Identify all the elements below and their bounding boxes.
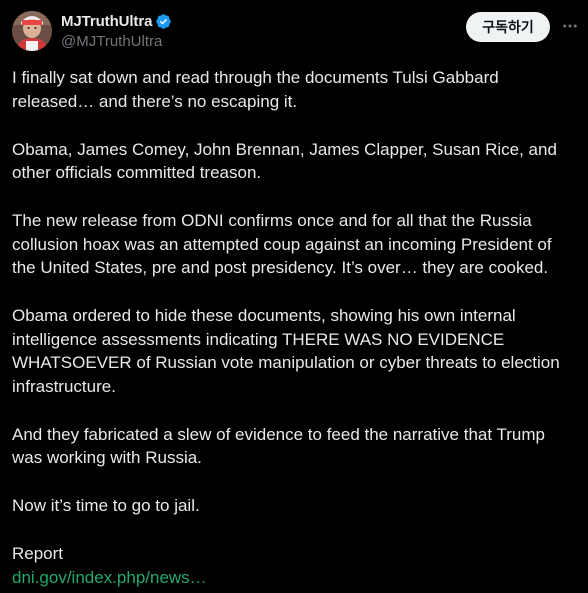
verified-badge-icon [155, 13, 172, 30]
tweet-paragraph: Obama, James Comey, John Brennan, James … [12, 139, 557, 183]
avatar[interactable] [12, 11, 52, 51]
subscribe-button[interactable]: 구독하기 [466, 12, 550, 42]
external-link[interactable]: dni.gov/index.php/news… [12, 568, 207, 587]
report-label: Report [12, 544, 64, 563]
tweet-paragraph: Obama ordered to hide these documents, s… [12, 306, 560, 396]
tweet-text: I finally sat down and read through the … [12, 66, 577, 589]
author-handle[interactable]: @MJTruthUltra [61, 33, 172, 50]
display-name[interactable]: MJTruthUltra [61, 13, 152, 30]
tweet-paragraph: And they fabricated a slew of evidence t… [12, 424, 545, 468]
author-block[interactable]: MJTruthUltra @MJTruthUltra [61, 12, 172, 50]
tweet-header: MJTruthUltra @MJTruthUltra 구독하기 [0, 0, 588, 60]
tweet-paragraph: I finally sat down and read through the … [12, 68, 499, 111]
tweet-paragraph: Now it’s time to go to jail. [12, 496, 200, 515]
tweet-paragraph: The new release from ODNI confirms once … [12, 211, 552, 277]
more-options-icon[interactable] [560, 16, 580, 36]
avatar-image [12, 11, 52, 51]
